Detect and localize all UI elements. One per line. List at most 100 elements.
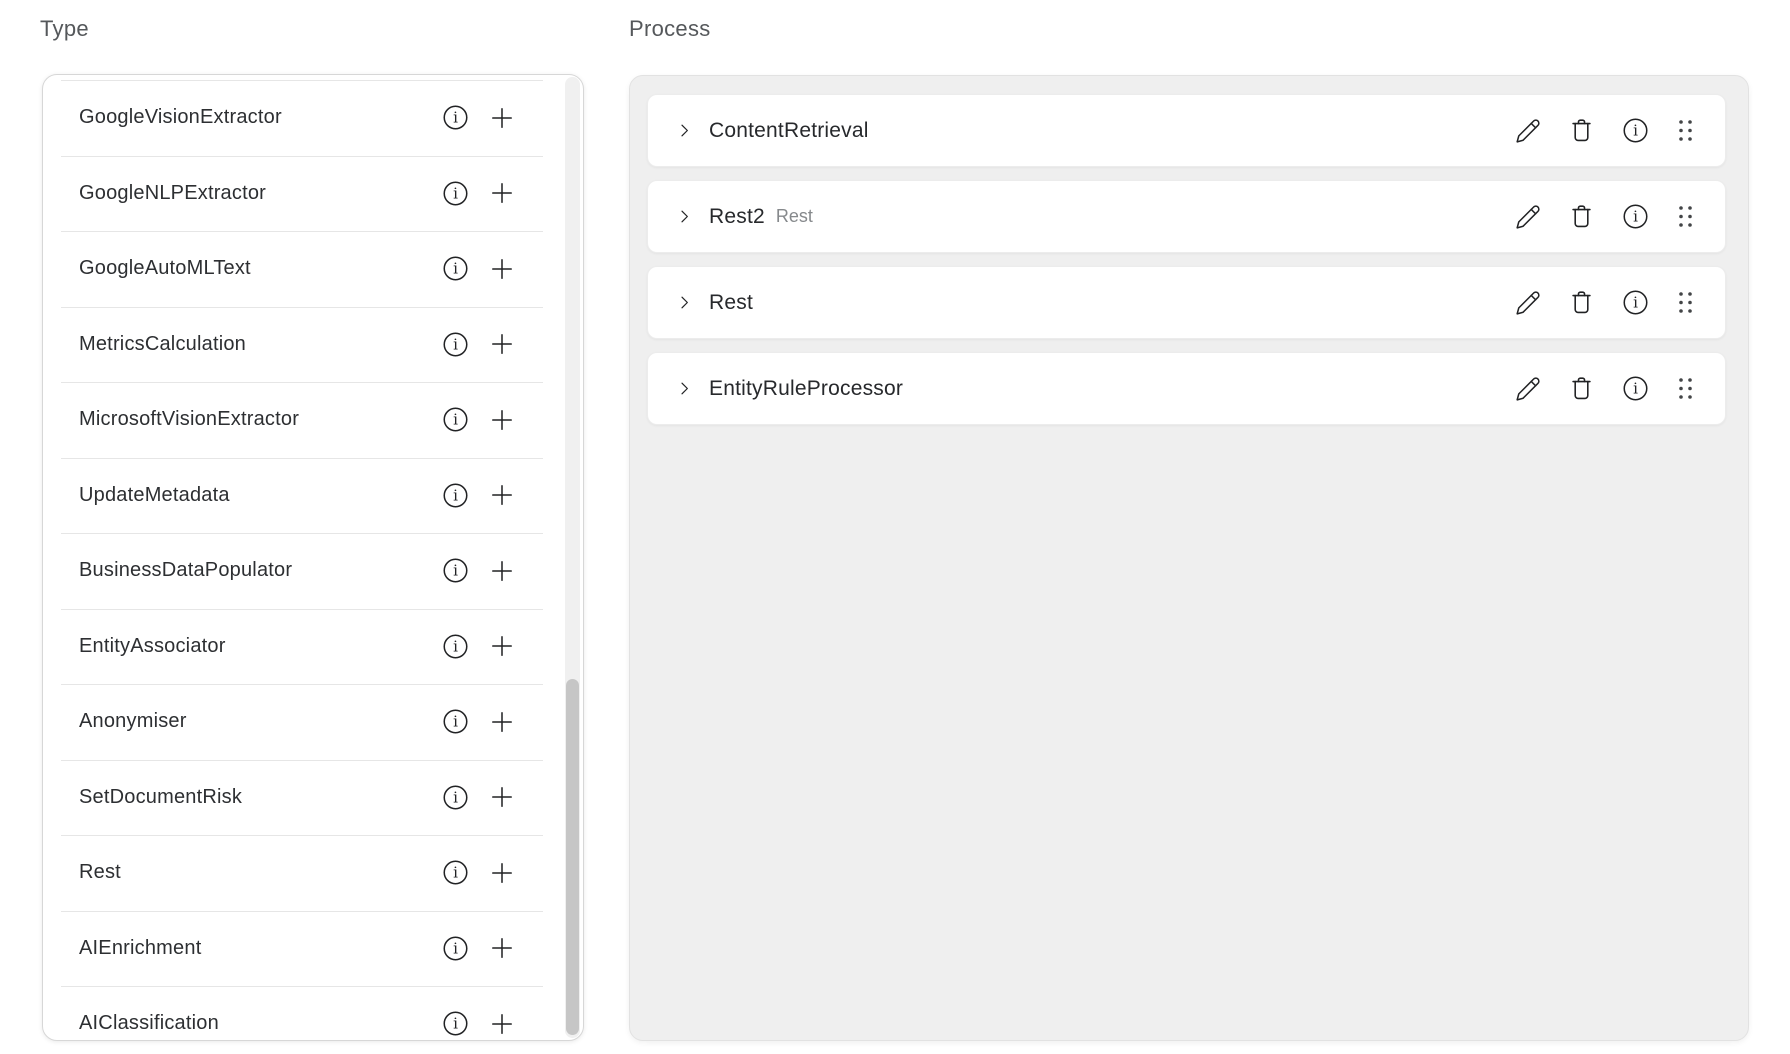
type-panel-title: Type bbox=[40, 15, 89, 43]
plus-icon[interactable] bbox=[489, 180, 515, 206]
plus-icon[interactable] bbox=[489, 256, 515, 282]
info-icon[interactable]: i bbox=[442, 482, 469, 509]
info-icon[interactable]: i bbox=[442, 180, 469, 207]
info-icon[interactable]: i bbox=[442, 557, 469, 584]
process-card[interactable]: EntityRuleProcessor bbox=[647, 352, 1726, 425]
type-list-item[interactable]: MicrosoftVisionExtractor i bbox=[43, 382, 561, 458]
plus-icon[interactable] bbox=[489, 935, 515, 961]
drag-handle-icon[interactable] bbox=[1676, 375, 1695, 402]
info-icon[interactable]: i bbox=[442, 255, 469, 282]
info-icon[interactable]: i bbox=[442, 104, 469, 131]
plus-icon[interactable] bbox=[489, 407, 515, 433]
svg-text:i: i bbox=[453, 788, 458, 806]
process-name: EntityRuleProcessor bbox=[709, 377, 903, 401]
process-panel-title: Process bbox=[629, 15, 711, 43]
scrollbar-track[interactable] bbox=[565, 77, 580, 1038]
type-list-item[interactable]: BusinessDataPopulator i bbox=[43, 533, 561, 609]
trash-icon[interactable] bbox=[1568, 289, 1595, 316]
info-icon[interactable]: i bbox=[1622, 203, 1649, 230]
plus-icon[interactable] bbox=[489, 331, 515, 357]
process-card[interactable]: Rest2 Rest bbox=[647, 180, 1726, 253]
type-list-item[interactable]: SetDocumentRisk i bbox=[43, 760, 561, 836]
trash-icon[interactable] bbox=[1568, 375, 1595, 402]
type-item-label: AIEnrichment bbox=[43, 937, 442, 960]
trash-icon[interactable] bbox=[1568, 117, 1595, 144]
type-list-item[interactable]: GoogleVisionExtractor i bbox=[43, 80, 561, 156]
svg-text:i: i bbox=[1633, 122, 1638, 140]
type-item-label: GoogleNLPExtractor bbox=[43, 182, 442, 205]
info-icon[interactable]: i bbox=[1622, 375, 1649, 402]
svg-text:i: i bbox=[453, 864, 458, 882]
type-list-item[interactable]: GoogleNLPExtractor i bbox=[43, 156, 561, 232]
drag-handle-icon[interactable] bbox=[1676, 203, 1695, 230]
type-list-item[interactable]: EntityAssociator i bbox=[43, 609, 561, 685]
type-list-item[interactable]: MetricsCalculation i bbox=[43, 307, 561, 383]
type-item-label: Anonymiser bbox=[43, 710, 442, 733]
svg-text:i: i bbox=[453, 939, 458, 957]
process-name: Rest2 bbox=[709, 205, 765, 229]
process-card-actions: i bbox=[1514, 203, 1695, 230]
info-icon[interactable]: i bbox=[1622, 117, 1649, 144]
type-list-item[interactable]: AIClassification i bbox=[43, 986, 561, 1041]
pencil-icon[interactable] bbox=[1514, 203, 1541, 230]
type-item-label: UpdateMetadata bbox=[43, 484, 442, 507]
type-item-label: SetDocumentRisk bbox=[43, 786, 442, 809]
scrollbar-thumb[interactable] bbox=[566, 679, 579, 1035]
chevron-right-icon[interactable] bbox=[676, 380, 693, 397]
process-card[interactable]: ContentRetrieval bbox=[647, 94, 1726, 167]
info-icon[interactable]: i bbox=[442, 859, 469, 886]
type-list-item[interactable]: Rest i bbox=[43, 835, 561, 911]
process-name: ContentRetrieval bbox=[709, 119, 869, 143]
trash-icon[interactable] bbox=[1568, 203, 1595, 230]
drag-handle-icon[interactable] bbox=[1676, 289, 1695, 316]
type-item-label: BusinessDataPopulator bbox=[43, 559, 442, 582]
plus-icon[interactable] bbox=[489, 482, 515, 508]
plus-icon[interactable] bbox=[489, 633, 515, 659]
pencil-icon[interactable] bbox=[1514, 117, 1541, 144]
drag-handle-icon[interactable] bbox=[1676, 117, 1695, 144]
type-list-item[interactable]: Anonymiser i bbox=[43, 684, 561, 760]
process-card-actions: i bbox=[1514, 289, 1695, 316]
svg-text:i: i bbox=[1633, 208, 1638, 226]
process-panel: ContentRetrieval bbox=[629, 75, 1749, 1041]
svg-text:i: i bbox=[453, 562, 458, 580]
type-list-item[interactable]: GoogleAutoMLText i bbox=[43, 231, 561, 307]
svg-text:i: i bbox=[453, 184, 458, 202]
type-list-item[interactable]: UpdateMetadata i bbox=[43, 458, 561, 534]
svg-text:i: i bbox=[1633, 380, 1638, 398]
plus-icon[interactable] bbox=[489, 558, 515, 584]
type-item-label: Rest bbox=[43, 861, 442, 884]
plus-icon[interactable] bbox=[489, 105, 515, 131]
type-item-label: EntityAssociator bbox=[43, 635, 442, 658]
info-icon[interactable]: i bbox=[442, 1010, 469, 1037]
plus-icon[interactable] bbox=[489, 1011, 515, 1037]
svg-text:i: i bbox=[453, 713, 458, 731]
info-icon[interactable]: i bbox=[442, 935, 469, 962]
info-icon[interactable]: i bbox=[442, 708, 469, 735]
info-icon[interactable]: i bbox=[442, 331, 469, 358]
plus-icon[interactable] bbox=[489, 784, 515, 810]
type-list: GoogleVisionExtractor i GoogleNLPExtract… bbox=[43, 80, 561, 1041]
type-list-item[interactable]: AIEnrichment i bbox=[43, 911, 561, 987]
chevron-right-icon[interactable] bbox=[676, 208, 693, 225]
chevron-right-icon[interactable] bbox=[676, 122, 693, 139]
process-name: Rest bbox=[709, 291, 753, 315]
info-icon[interactable]: i bbox=[442, 406, 469, 433]
type-panel: GoogleVisionExtractor i GoogleNLPExtract… bbox=[42, 74, 584, 1041]
pencil-icon[interactable] bbox=[1514, 375, 1541, 402]
process-card[interactable]: Rest bbox=[647, 266, 1726, 339]
plus-icon[interactable] bbox=[489, 709, 515, 735]
svg-text:i: i bbox=[453, 637, 458, 655]
svg-text:i: i bbox=[453, 486, 458, 504]
info-icon[interactable]: i bbox=[1622, 289, 1649, 316]
type-item-label: GoogleAutoMLText bbox=[43, 257, 442, 280]
type-item-label: MicrosoftVisionExtractor bbox=[43, 408, 442, 431]
svg-text:i: i bbox=[453, 335, 458, 353]
info-icon[interactable]: i bbox=[442, 784, 469, 811]
svg-text:i: i bbox=[1633, 294, 1638, 312]
plus-icon[interactable] bbox=[489, 860, 515, 886]
pencil-icon[interactable] bbox=[1514, 289, 1541, 316]
process-card-actions: i bbox=[1514, 117, 1695, 144]
chevron-right-icon[interactable] bbox=[676, 294, 693, 311]
info-icon[interactable]: i bbox=[442, 633, 469, 660]
